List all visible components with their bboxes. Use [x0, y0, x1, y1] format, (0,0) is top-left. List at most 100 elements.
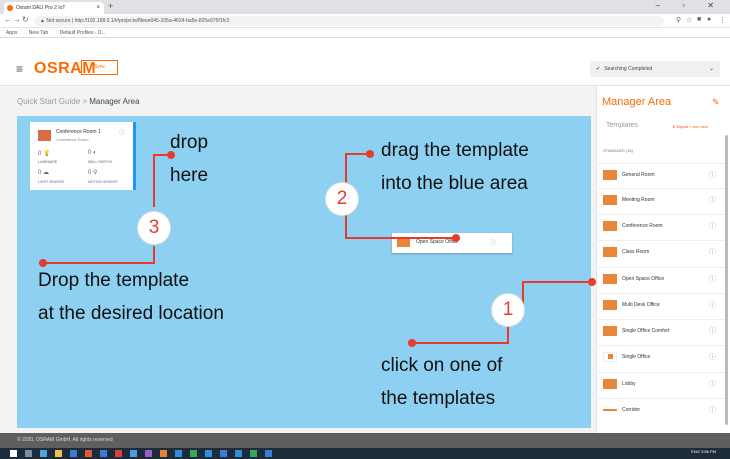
address-bar-row: ← → ↻ ▲ Not secure | http://192.168.0.1/…: [0, 14, 730, 28]
sync-button[interactable]: Sync: [81, 60, 118, 75]
taskbar-app-icon[interactable]: [175, 450, 182, 457]
taskbar-app-icon[interactable]: [100, 450, 107, 457]
system-clock[interactable]: ENG 3:56 PM: [691, 449, 716, 454]
template-item[interactable]: Single Office Comfort ⓘ: [598, 319, 726, 343]
bookmark-apps[interactable]: Apps: [6, 30, 17, 36]
template-item[interactable]: Multi Desk Office ⓘ: [598, 293, 726, 317]
taskbar-app-icon[interactable]: [265, 450, 272, 457]
template-name: Class Room: [622, 249, 650, 255]
breadcrumb-parent[interactable]: Quick Start Guide: [17, 97, 80, 106]
template-item[interactable]: Class Room ⓘ: [598, 240, 726, 264]
switch-icon: ◐: [93, 150, 97, 156]
template-item-selected[interactable]: Open Space Office ⓘ: [598, 267, 726, 291]
template-item[interactable]: Single Office ⓘ: [598, 345, 726, 369]
hamburger-menu-icon[interactable]: ≡: [16, 62, 23, 76]
instruction-drag-line2: into the blue area: [381, 173, 528, 194]
tab-close-button[interactable]: ×: [96, 2, 100, 14]
room-card[interactable]: Conference Room 1 Conference Room ⓘ 0 💡 …: [30, 122, 136, 190]
url-field[interactable]: ▲ Not secure | http://192.168.0.1/#/proj…: [34, 16, 664, 26]
bookmark-new-tab[interactable]: New Tab: [29, 30, 48, 36]
step-badge-3: 3: [137, 211, 171, 245]
template-item[interactable]: General Room ⓘ: [598, 163, 726, 187]
instruction-drag-line1: drag the template: [381, 140, 529, 161]
template-name: Corridor: [622, 407, 641, 413]
bookmark-default-profiles[interactable]: Default Profiles - D...: [60, 30, 106, 36]
chevron-down-icon: ⌄: [708, 66, 714, 72]
instruction-drop-line1: drop: [170, 132, 209, 153]
profile-icon[interactable]: ●: [707, 16, 711, 23]
dragged-template[interactable]: Open Space Office ⓘ: [392, 233, 512, 253]
export-button[interactable]: ⬇ Export / new view: [672, 124, 708, 129]
breadcrumb-current: Manager Area: [89, 97, 140, 106]
window-controls[interactable]: – ▫ ✕: [656, 1, 724, 10]
template-item[interactable]: Meeting Room ⓘ: [598, 188, 726, 212]
taskbar-app-icon[interactable]: [190, 450, 197, 457]
template-icon: [603, 405, 617, 415]
template-icon: [603, 300, 617, 310]
instruction-click-line2: the templates: [381, 388, 496, 409]
menu-icon[interactable]: ⋮: [719, 16, 726, 24]
os-taskbar: ENG 3:56 PM: [0, 448, 730, 459]
info-icon: ⓘ: [709, 302, 716, 309]
taskbar-app-icon[interactable]: [115, 450, 122, 457]
room-title: Conference Room 1: [56, 129, 101, 135]
export-extra: / new view: [688, 124, 708, 129]
taskbar-app-icon[interactable]: [145, 450, 152, 457]
zoom-icon[interactable]: ⚲: [676, 16, 681, 24]
sidebar-title: Manager Area: [602, 96, 672, 108]
info-icon: ⓘ: [709, 172, 716, 179]
taskbar-app-icon[interactable]: [85, 450, 92, 457]
edit-pencil-icon[interactable]: ✎: [712, 97, 720, 108]
extension-icon[interactable]: ■: [697, 16, 701, 23]
export-label: Export: [676, 124, 689, 129]
template-icon: [603, 221, 617, 231]
search-icon[interactable]: [25, 450, 32, 457]
template-icon: [603, 326, 617, 336]
template-item[interactable]: Conference Room ⓘ: [598, 214, 726, 238]
sidebar-scrollbar[interactable]: [725, 135, 728, 425]
app-header: ≡ OSRAM Sync ✔ Searching Completed ⌄: [0, 52, 730, 86]
search-status-dropdown[interactable]: ✔ Searching Completed ⌄: [590, 61, 720, 77]
instruction-droploc-line1: Drop the template: [38, 270, 190, 291]
template-item[interactable]: Lobby ⓘ: [598, 372, 726, 396]
instruction-droploc-line2: at the desired location: [38, 303, 224, 324]
taskbar-app-icon[interactable]: [160, 450, 167, 457]
reload-icon[interactable]: ↻: [22, 15, 29, 24]
room-icon: [38, 130, 51, 141]
motion-icon: ⚲: [93, 170, 98, 176]
template-name: Multi Desk Office: [622, 302, 660, 308]
taskbar-app-icon[interactable]: [40, 450, 47, 457]
template-name: Lobby: [622, 381, 636, 387]
language-indicator: ENG: [691, 449, 700, 454]
template-name: Meeting Room: [622, 197, 655, 203]
luminaire-label: LUMINAIRE: [38, 160, 58, 164]
instruction-drop-line2: here: [170, 165, 209, 186]
taskbar-app-icon[interactable]: [235, 450, 242, 457]
forward-icon[interactable]: →: [13, 15, 21, 24]
info-icon[interactable]: ⓘ: [490, 238, 496, 247]
template-item[interactable]: Corridor ⓘ: [598, 398, 726, 422]
start-icon[interactable]: [10, 450, 17, 457]
taskbar-app-icon[interactable]: [250, 450, 257, 457]
taskbar-app-icon[interactable]: [130, 450, 137, 457]
wall-switch-label: WALL SWITCH: [88, 160, 113, 164]
taskbar-app-icon[interactable]: [205, 450, 212, 457]
taskbar-app-icon[interactable]: [220, 450, 227, 457]
app-footer: © 2020, OSRAM GmbH. All rights reserved: [0, 433, 730, 448]
template-icon: [603, 379, 617, 389]
info-icon[interactable]: ⓘ: [119, 128, 125, 137]
back-icon[interactable]: ←: [4, 15, 12, 24]
motion-sensor-count: 0 ⚲: [88, 170, 98, 176]
template-icon: [603, 247, 617, 257]
tab-templates[interactable]: Templates: [606, 122, 656, 129]
new-tab-button[interactable]: +: [108, 1, 113, 11]
template-name: Single Office Comfort: [622, 328, 670, 334]
taskbar-app-icon[interactable]: [70, 450, 77, 457]
template-icon: [603, 170, 617, 180]
favicon-icon: [7, 5, 13, 11]
browser-tab[interactable]: Osram DALI Pro 2 IoT ×: [4, 2, 104, 14]
folder-icon[interactable]: [55, 450, 62, 457]
tab-title: Osram DALI Pro 2 IoT: [16, 5, 66, 11]
star-icon[interactable]: ☆: [686, 16, 692, 24]
luminaire-count: 0 💡: [38, 151, 51, 157]
